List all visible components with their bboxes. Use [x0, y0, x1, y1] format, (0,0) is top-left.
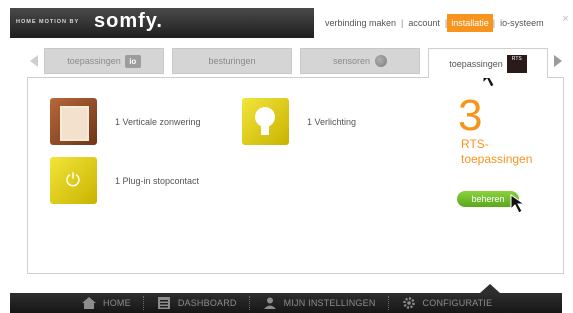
- somfy-logo: somfy.: [94, 10, 163, 32]
- application-count-label: RTS- toepassingen: [461, 137, 541, 167]
- close-icon[interactable]: ×: [560, 14, 571, 25]
- tab-label: besturingen: [208, 56, 256, 66]
- active-section-pointer: [480, 284, 500, 293]
- gear-icon: [402, 297, 416, 309]
- nav-installatie[interactable]: installatie: [447, 14, 493, 32]
- tab-label: sensoren: [332, 56, 371, 66]
- bottom-nav-label: DASHBOARD: [177, 298, 237, 308]
- io-badge-icon: io: [124, 54, 141, 68]
- product-label: 1 Verlichting: [307, 116, 357, 127]
- product-plug-socket[interactable]: 1 Plug-in stopcontact: [50, 157, 199, 204]
- bottom-nav-label: HOME: [103, 298, 131, 308]
- application-count: 3: [458, 91, 483, 140]
- product-lighting[interactable]: 1 Verlichting: [242, 98, 356, 145]
- plug-socket-icon: [50, 157, 97, 204]
- tab-toepassingen-io[interactable]: toepassingen io: [44, 48, 164, 74]
- product-label: 1 Verticale zonwering: [115, 116, 201, 127]
- bottom-nav-settings[interactable]: MIJN INSTELLINGEN: [251, 293, 388, 313]
- bottom-nav-home[interactable]: HOME: [70, 293, 143, 313]
- tab-sensoren[interactable]: sensoren: [300, 48, 420, 74]
- rts-badge-icon: RTS: [506, 54, 527, 73]
- dashboard-icon: [157, 297, 171, 309]
- brand-tagline: HOME MOTION BY: [16, 19, 80, 25]
- bottom-nav-label: MIJN INSTELLINGEN: [283, 298, 376, 308]
- tab-besturingen[interactable]: besturingen: [172, 48, 292, 74]
- user-icon: [263, 297, 277, 309]
- bottom-navigation: HOME DASHBOARD MIJN INSTELLINGEN CONFIGU…: [10, 284, 562, 313]
- nav-verbinding-maken[interactable]: verbinding maken: [320, 18, 401, 28]
- product-vertical-blind[interactable]: 1 Verticale zonwering: [50, 98, 201, 145]
- tabs-prev-arrow-icon[interactable]: [30, 55, 38, 67]
- top-navigation: verbinding maken | account | installatie…: [320, 8, 549, 38]
- tab-toepassingen-rts[interactable]: toepassingen RTS: [428, 48, 548, 78]
- bottom-nav-configuration[interactable]: CONFIGURATIE: [390, 293, 505, 313]
- brand-bar: HOME MOTION BY somfy.: [10, 8, 314, 38]
- bottom-nav-dashboard[interactable]: DASHBOARD: [145, 293, 249, 313]
- bottom-nav-label: CONFIGURATIE: [422, 298, 493, 308]
- light-bulb-icon: [242, 98, 289, 145]
- product-label: 1 Plug-in stopcontact: [115, 175, 200, 186]
- tab-label: toepassingen: [67, 56, 121, 66]
- count-label-line1: RTS-: [461, 137, 489, 151]
- vertical-blind-icon: [50, 98, 97, 145]
- home-icon: [82, 297, 96, 309]
- nav-io-systeem[interactable]: io-systeem: [495, 18, 549, 28]
- count-label-line2: toepassingen: [461, 152, 533, 166]
- nav-account[interactable]: account: [403, 18, 445, 28]
- header: HOME MOTION BY somfy. verbinding maken |…: [10, 8, 566, 38]
- sensor-icon: [375, 55, 388, 67]
- tabs-next-arrow-icon[interactable]: [554, 55, 562, 67]
- tab-label: toepassingen: [449, 58, 503, 69]
